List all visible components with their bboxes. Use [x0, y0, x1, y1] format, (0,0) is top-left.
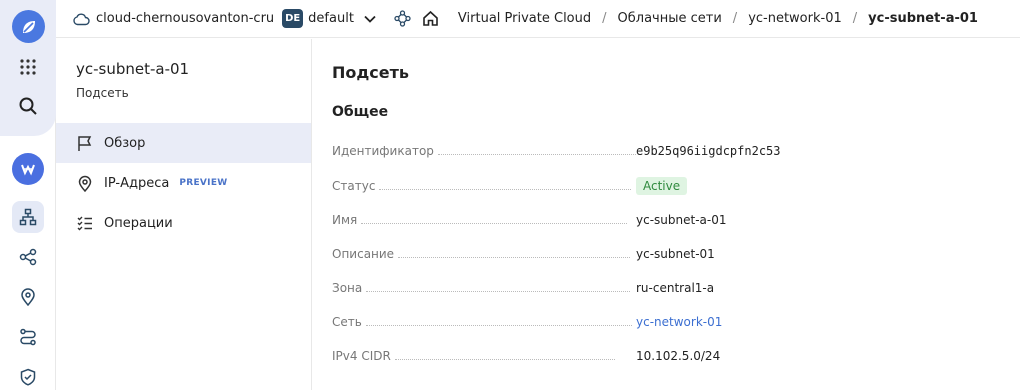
- field-row-name: Имя yc-subnet-a-01: [332, 210, 992, 230]
- left-rail: [0, 0, 56, 390]
- cloud-name: cloud-chernousovanton-cru: [96, 11, 275, 26]
- resource-title: yc-subnet-a-01: [76, 60, 190, 78]
- field-label: Описание: [332, 247, 395, 261]
- favorite-service-icon[interactable]: [12, 153, 44, 185]
- field-label: Идентификатор: [332, 144, 434, 158]
- dotted-leader: [366, 290, 631, 292]
- section-title: Общее: [332, 104, 389, 120]
- folder-selector[interactable]: default: [308, 11, 354, 26]
- vpc-network-icon[interactable]: [12, 201, 44, 233]
- cloud-icon: [72, 10, 90, 28]
- breadcrumb-separator: /: [732, 11, 738, 26]
- breadcrumb-separator: /: [852, 11, 858, 26]
- breadcrumb-subnet: yc-subnet-a-01: [868, 11, 978, 26]
- chevron-down-icon[interactable]: [361, 10, 379, 28]
- field-row-id: Идентификатор e9b25q96iigdcpfn2c53: [332, 141, 992, 161]
- nav-item-label: Операции: [104, 215, 173, 231]
- home-icon[interactable]: [422, 10, 440, 28]
- logo-icon[interactable]: [12, 10, 45, 43]
- location-pin-icon: [76, 174, 94, 192]
- field-value-cidr: 10.102.5.0/24: [636, 349, 721, 363]
- breadcrumb-separator: /: [602, 11, 607, 26]
- location-icon[interactable]: [12, 281, 44, 313]
- field-label: Зона: [332, 281, 363, 295]
- top-header: cloud-chernousovanton-cru DE default Vir…: [56, 0, 1020, 38]
- field-label: IPv4 CIDR: [332, 349, 391, 363]
- flag-icon: [76, 134, 94, 152]
- dotted-leader: [365, 324, 632, 326]
- field-value-id: e9b25q96iigdcpfn2c53: [636, 144, 781, 158]
- field-label: Статус: [332, 179, 376, 193]
- field-row-zone: Зона ru-central1-a: [332, 278, 992, 298]
- breadcrumb-vpc[interactable]: Virtual Private Cloud: [458, 11, 591, 26]
- field-value-name: yc-subnet-a-01: [636, 213, 727, 227]
- status-badge: Active: [636, 177, 688, 195]
- breadcrumb-cloud-networks[interactable]: Облачные сети: [618, 11, 722, 26]
- dotted-leader: [379, 188, 632, 190]
- apps-grid-icon[interactable]: [12, 51, 44, 83]
- dotted-leader: [437, 153, 636, 155]
- nav-item-operations[interactable]: Операции: [56, 203, 311, 243]
- list-check-icon: [76, 214, 94, 232]
- nav-item-label: IP-Адреса: [104, 175, 170, 191]
- field-value-zone: ru-central1-a: [636, 281, 715, 295]
- dotted-leader: [398, 256, 631, 258]
- field-row-cidr: IPv4 CIDR 10.102.5.0/24: [332, 346, 992, 366]
- search-icon[interactable]: [12, 90, 44, 122]
- shield-icon[interactable]: [12, 361, 44, 390]
- field-row-description: Описание yc-subnet-01: [332, 244, 992, 264]
- nav-item-overview[interactable]: Обзор: [56, 123, 311, 163]
- cloud-selector[interactable]: cloud-chernousovanton-cru: [72, 10, 274, 28]
- services-graph-icon[interactable]: [394, 10, 412, 28]
- field-label: Имя: [332, 213, 358, 227]
- nav-item-ip-addresses[interactable]: IP-Адреса PREVIEW: [56, 163, 311, 203]
- resource-sidebar: yc-subnet-a-01 Подсеть Обзор IP-Адреса P…: [56, 39, 312, 390]
- route-icon[interactable]: [12, 321, 44, 353]
- dotted-leader: [361, 222, 628, 224]
- field-label: Сеть: [332, 315, 362, 329]
- share-nodes-icon[interactable]: [12, 241, 44, 273]
- folder-badge: DE: [282, 9, 304, 28]
- field-row-status: Статус Active: [332, 176, 992, 196]
- field-value-description: yc-subnet-01: [636, 247, 715, 261]
- resource-type: Подсеть: [76, 86, 129, 100]
- breadcrumb-network[interactable]: yc-network-01: [748, 11, 842, 26]
- page-title: Подсеть: [332, 63, 410, 82]
- nav-item-label: Обзор: [104, 135, 146, 151]
- dotted-leader: [394, 358, 615, 360]
- network-link[interactable]: yc-network-01: [636, 315, 722, 329]
- field-row-network: Сеть yc-network-01: [332, 312, 992, 332]
- preview-badge: PREVIEW: [179, 178, 228, 188]
- main-content: Подсеть Общее Идентификатор e9b25q96iigd…: [312, 39, 1020, 390]
